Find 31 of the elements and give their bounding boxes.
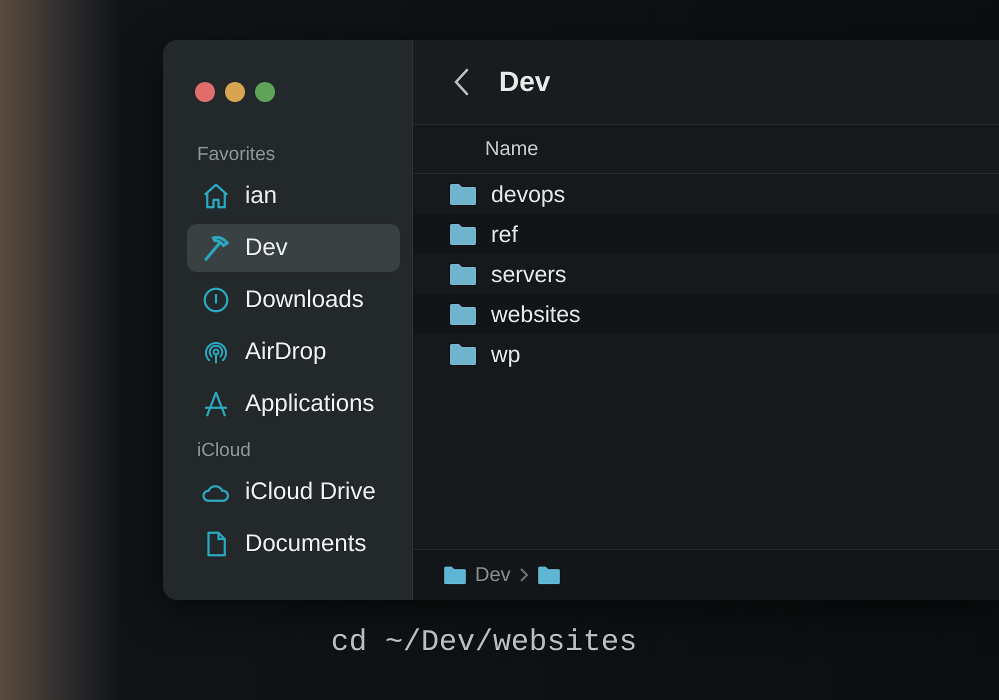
- file-name[interactable]: wp: [491, 340, 520, 368]
- folder-icon: [449, 342, 477, 366]
- sidebar-item[interactable]: AirDrop: [187, 328, 400, 376]
- sidebar-item[interactable]: Documents: [187, 520, 400, 568]
- sidebar-item[interactable]: iCloud Drive: [187, 468, 400, 516]
- zoom-button[interactable]: [255, 82, 275, 102]
- minimize-button[interactable]: [225, 82, 245, 102]
- folder-icon: [449, 222, 477, 246]
- chevron-icon: [518, 567, 529, 583]
- file-name[interactable]: websites: [491, 300, 580, 328]
- terminal-command: cd ~/Dev/websites: [331, 626, 638, 660]
- folder-icon: [449, 262, 477, 286]
- folder-icon: [443, 565, 467, 585]
- folder-icon: [536, 565, 561, 585]
- file-name[interactable]: devops: [491, 180, 566, 208]
- sidebar-item[interactable]: Downloads: [187, 276, 400, 324]
- file-name[interactable]: ref: [491, 220, 518, 248]
- folder-icon: [449, 302, 477, 326]
- path-segment[interactable]: Dev: [475, 564, 511, 586]
- column-header[interactable]: Name: [485, 138, 538, 160]
- sidebar-item[interactable]: Applications: [187, 380, 400, 428]
- folder-icon: [449, 182, 477, 206]
- close-button[interactable]: [195, 82, 215, 102]
- download-icon: [201, 285, 231, 315]
- sidebar-heading: iCloud: [197, 440, 252, 462]
- home-icon: [201, 181, 231, 211]
- sidebar-item[interactable]: Dev: [187, 224, 400, 272]
- file-name[interactable]: servers: [491, 260, 566, 288]
- sidebar-heading: Favorites: [197, 144, 276, 166]
- window-title: Dev: [499, 66, 550, 98]
- sidebar-item[interactable]: ian: [187, 172, 400, 220]
